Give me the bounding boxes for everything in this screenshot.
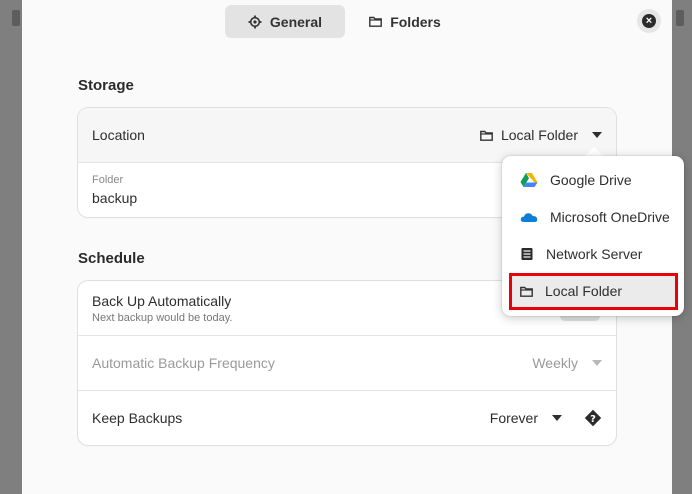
schedule-section-title: Schedule [78,250,145,267]
frequency-value: Weekly [532,355,578,371]
folder-field-label: Folder [92,174,124,186]
frequency-label: Automatic Backup Frequency [92,355,275,371]
location-label: Location [92,127,145,143]
tab-folders[interactable]: Folders [345,5,465,38]
svg-text:?: ? [590,414,596,425]
tab-general[interactable]: General [225,5,345,38]
chevron-down-icon [552,415,562,421]
menu-item-onedrive[interactable]: Microsoft OneDrive [510,200,676,234]
auto-backup-subtitle: Next backup would be today. [92,311,233,324]
menu-item-label: Google Drive [550,172,632,188]
close-icon: × [642,14,656,28]
location-row[interactable]: Location Local Folder [78,108,616,163]
tab-bar: General Folders [225,5,465,38]
popover-arrow [585,147,603,156]
keep-backups-dropdown[interactable]: Forever ? [490,391,602,445]
frequency-row: Automatic Backup Frequency Weekly [78,336,616,391]
close-button[interactable]: × [637,9,661,33]
menu-item-google-drive[interactable]: Google Drive [510,163,676,197]
onedrive-icon [520,213,538,222]
folder-icon [480,130,493,141]
folder-field-value[interactable]: backup [92,190,137,206]
background-window-edge [676,10,684,26]
background-window-edge [12,10,20,26]
keep-backups-label: Keep Backups [92,410,183,426]
frequency-dropdown: Weekly [532,336,602,390]
chevron-down-icon [592,360,602,366]
storage-section-title: Storage [78,77,134,94]
server-icon [521,248,533,260]
folder-icon [369,16,383,27]
menu-item-network-server[interactable]: Network Server [510,237,676,271]
menu-item-label: Microsoft OneDrive [550,209,670,225]
keep-backups-row[interactable]: Keep Backups Forever ? [78,391,616,445]
help-icon[interactable]: ? [584,409,602,427]
tab-folders-label: Folders [390,13,441,30]
location-value: Local Folder [500,127,578,143]
auto-backup-label: Back Up Automatically [92,292,232,309]
chevron-down-icon [592,132,602,138]
keep-backups-value: Forever [489,410,538,426]
gear-icon [248,15,262,28]
menu-item-label: Network Server [546,246,643,262]
tab-general-label: General [269,13,323,30]
location-dropdown[interactable]: Local Folder [480,108,602,162]
highlight-box [509,273,678,310]
google-drive-icon [520,173,538,187]
